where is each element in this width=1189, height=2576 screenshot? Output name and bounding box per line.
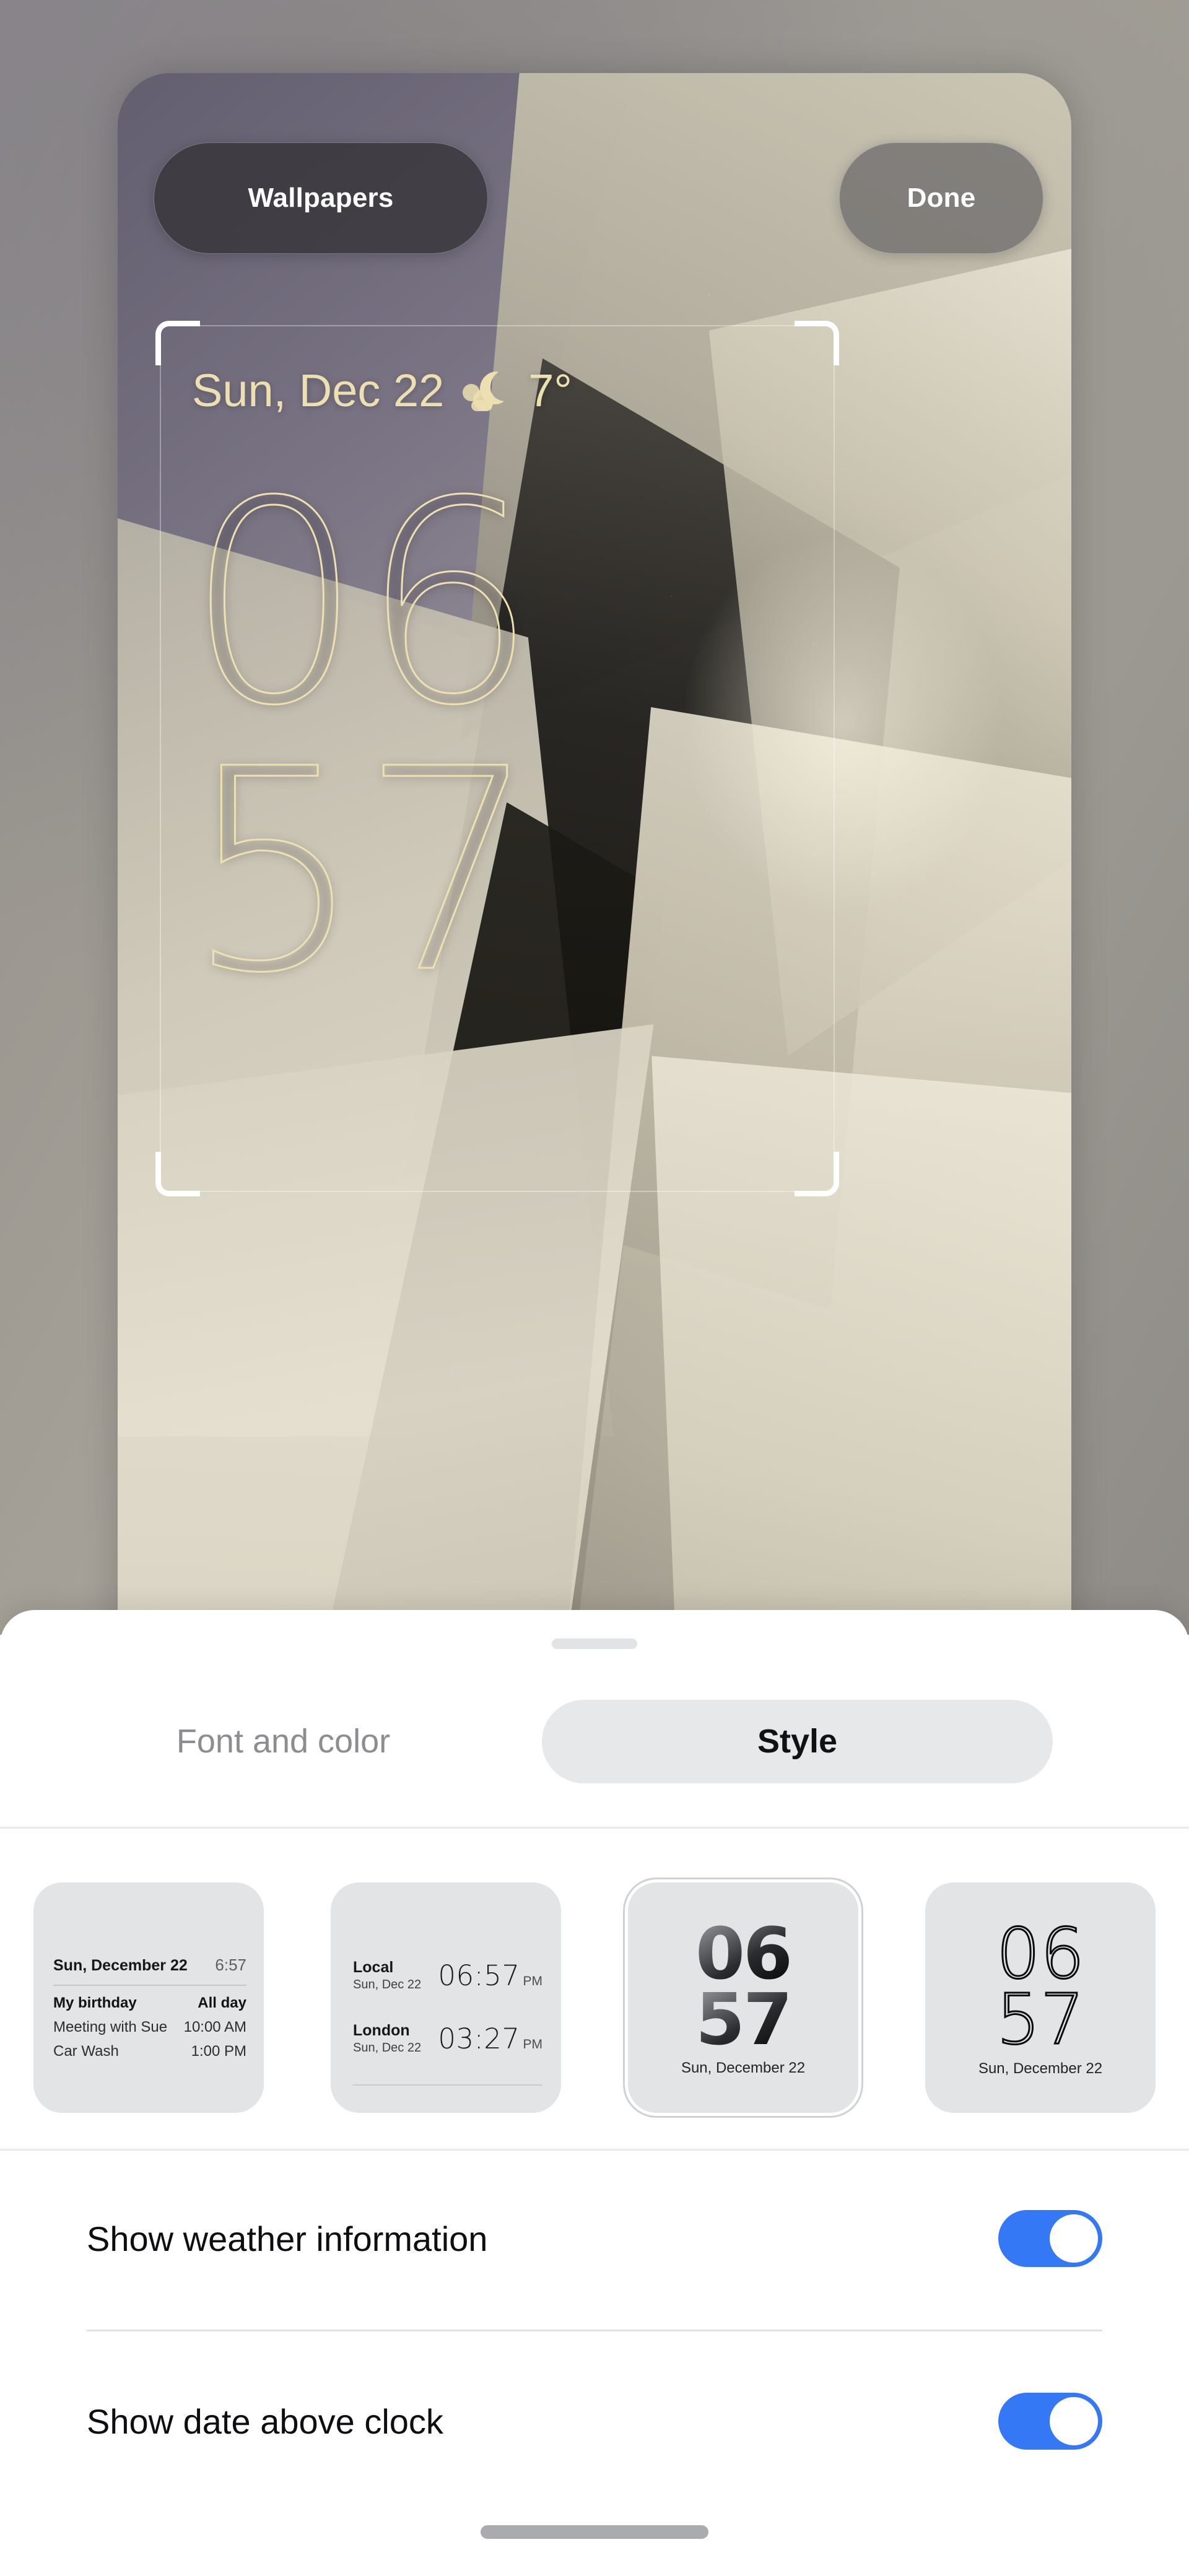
world-clock-ampm: PM [523,1973,543,1988]
lockscreen-clock-minutes: 57 [185,710,539,1034]
world-clock-date: Sun, Dec 22 [353,1978,422,1991]
world-clock-time: 03:27 [438,2022,520,2055]
frame-corner-top-left [155,321,200,365]
setting-label-show-weather: Show weather information [87,2219,488,2258]
done-button-label: Done [907,183,976,213]
setting-row-show-weather[interactable]: Show weather information [0,2149,1189,2328]
toggle-show-weather[interactable] [998,2210,1102,2267]
wallpaper-preview-stage: Wallpapers Done Sun, Dec 22 7° 06 57 [0,0,1189,1635]
style-thumbnail-thin-clock[interactable]: 06 57 Sun, December 22 [925,1882,1156,2113]
calendar-event-row: My birthday All day [53,1995,246,2012]
done-button[interactable]: Done [839,142,1043,254]
calendar-event-time: All day [198,1995,246,2011]
toggle-show-date[interactable] [998,2393,1102,2450]
style-thumbnail-bold-clock[interactable]: 06 57 Sun, December 22 [628,1882,858,2113]
calendar-event-title: My birthday [53,1995,137,2011]
style-thumbnail-calendar[interactable]: Sun, December 22 6:57 My birthday All da… [33,1882,264,2113]
frame-corner-bottom-right [795,1152,839,1196]
world-clock-time: 06:57 [438,1959,520,1992]
moon-cloud-icon [463,371,505,411]
calendar-event-row: Car Wash 1:00 PM [53,2043,246,2060]
calendar-header-date: Sun, December 22 [53,1957,188,1974]
thin-clock-hours: 06 [995,1913,1086,1995]
bold-clock-date: Sun, December 22 [681,2059,806,2076]
lockscreen-clock-hours: 06 [185,442,539,767]
frame-corner-top-right [795,321,839,365]
toggle-knob [1050,2397,1098,2445]
sheet-divider-top [0,1827,1189,1829]
wallpapers-button[interactable]: Wallpapers [154,142,488,254]
bold-clock-minutes: 57 [695,1978,793,2061]
world-clock-ampm: PM [523,2037,543,2052]
world-clock-city: Local [353,1959,394,1976]
sheet-tab-bar: Font and color Style [0,1686,1189,1797]
thin-clock-minutes: 57 [995,1980,1086,2060]
home-gesture-indicator[interactable] [481,2525,708,2539]
tab-font-and-color-label: Font and color [176,1723,391,1760]
world-clock-city: London [353,2022,410,2039]
world-clock-rule [353,2084,542,2086]
world-clock-row: Local Sun, Dec 22 06:57 PM [353,1958,542,1993]
toggle-knob [1050,2214,1098,2263]
calendar-event-title: Car Wash [53,2043,119,2060]
calendar-event-title: Meeting with Sue [53,2019,168,2035]
tab-style[interactable]: Style [542,1699,1053,1783]
sheet-drag-handle[interactable] [552,1638,637,1649]
tab-font-and-color[interactable]: Font and color [31,1700,536,1783]
wallpapers-button-label: Wallpapers [248,183,394,213]
world-clock-row: London Sun, Dec 22 03:27 PM [353,2021,542,2056]
calendar-header-time: 6:57 [215,1956,246,1974]
setting-row-show-date[interactable]: Show date above clock [0,2331,1189,2511]
clock-style-thumbnail-row: Sun, December 22 6:57 My birthday All da… [0,1882,1189,2124]
world-clock-date: Sun, Dec 22 [353,2041,422,2055]
setting-label-show-date: Show date above clock [87,2401,443,2441]
thin-clock-date: Sun, December 22 [978,2060,1103,2078]
lockscreen-clock[interactable]: 06 57 [185,442,539,1034]
lockscreen-temperature: 7° [528,365,573,416]
tab-style-label: Style [757,1723,838,1760]
calendar-rule [53,1985,246,1986]
lockscreen-date-weather-row: Sun, Dec 22 7° [192,364,572,417]
style-thumbnail-world-clock[interactable]: Local Sun, Dec 22 06:57 PM London Sun, D… [331,1882,561,2113]
calendar-event-time: 10:00 AM [183,2019,246,2035]
lockscreen-date: Sun, Dec 22 [192,365,445,416]
calendar-event-time: 1:00 PM [191,2043,246,2060]
calendar-event-row: Meeting with Sue 10:00 AM [53,2019,246,2036]
frame-corner-bottom-left [155,1152,200,1196]
